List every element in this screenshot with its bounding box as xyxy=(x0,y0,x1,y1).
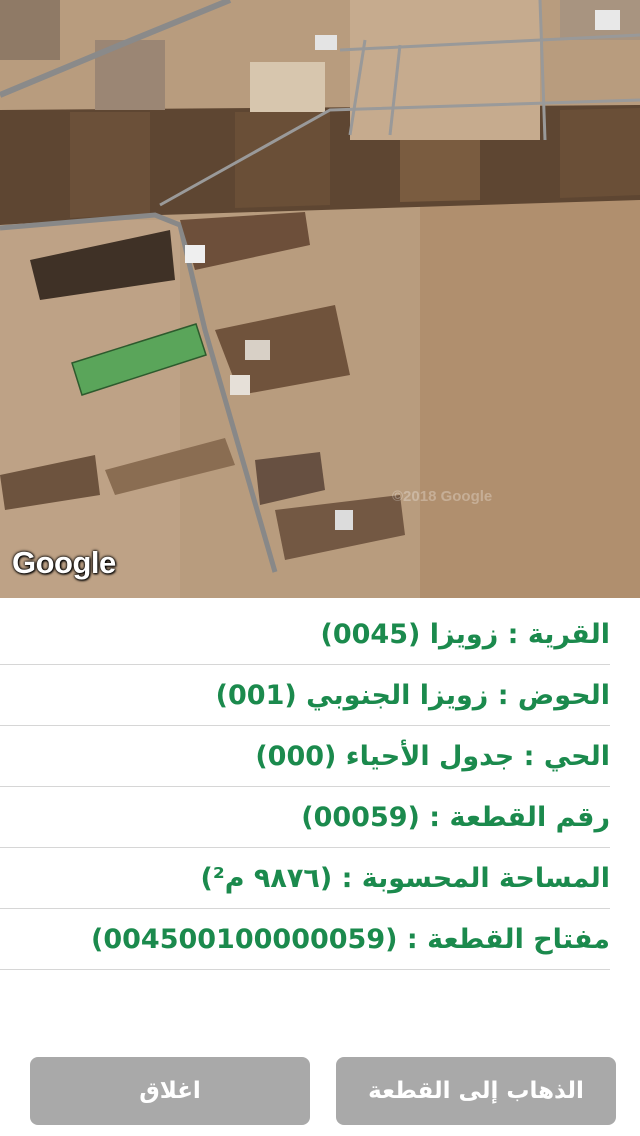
info-row-parcel-key: مفتاح القطعة : (004500100000059) xyxy=(0,909,610,970)
close-button[interactable]: اغلاق xyxy=(30,1057,310,1125)
map-copyright: ©2018 Google xyxy=(392,488,493,505)
satellite-map[interactable]: ©2018 Google Google xyxy=(0,0,640,598)
info-row-area: المساحة المحسوبة : (٩٨٧٦ م²) xyxy=(0,848,610,909)
basin-text: الحوض : زويزا الجنوبي (001) xyxy=(215,679,610,711)
map-imagery xyxy=(0,0,640,598)
info-row-basin: الحوض : زويزا الجنوبي (001) xyxy=(0,665,610,726)
info-row-village: القرية : زويزا (0045) xyxy=(0,604,610,665)
parcel-key-text: مفتاح القطعة : (004500100000059) xyxy=(90,923,610,955)
google-logo: Google xyxy=(12,545,116,580)
info-row-parcel-number: رقم القطعة : (00059) xyxy=(0,787,610,848)
area-text: المساحة المحسوبة : (٩٨٧٦ م²) xyxy=(200,862,610,894)
go-to-parcel-button[interactable]: الذهاب إلى القطعة xyxy=(336,1057,616,1125)
parcel-info-panel: القرية : زويزا (0045) الحوض : زويزا الجن… xyxy=(0,604,640,970)
parcel-number-text: رقم القطعة : (00059) xyxy=(301,801,610,833)
info-row-district: الحي : جدول الأحياء (000) xyxy=(0,726,610,787)
district-text: الحي : جدول الأحياء (000) xyxy=(255,740,610,772)
village-text: القرية : زويزا (0045) xyxy=(320,618,611,650)
